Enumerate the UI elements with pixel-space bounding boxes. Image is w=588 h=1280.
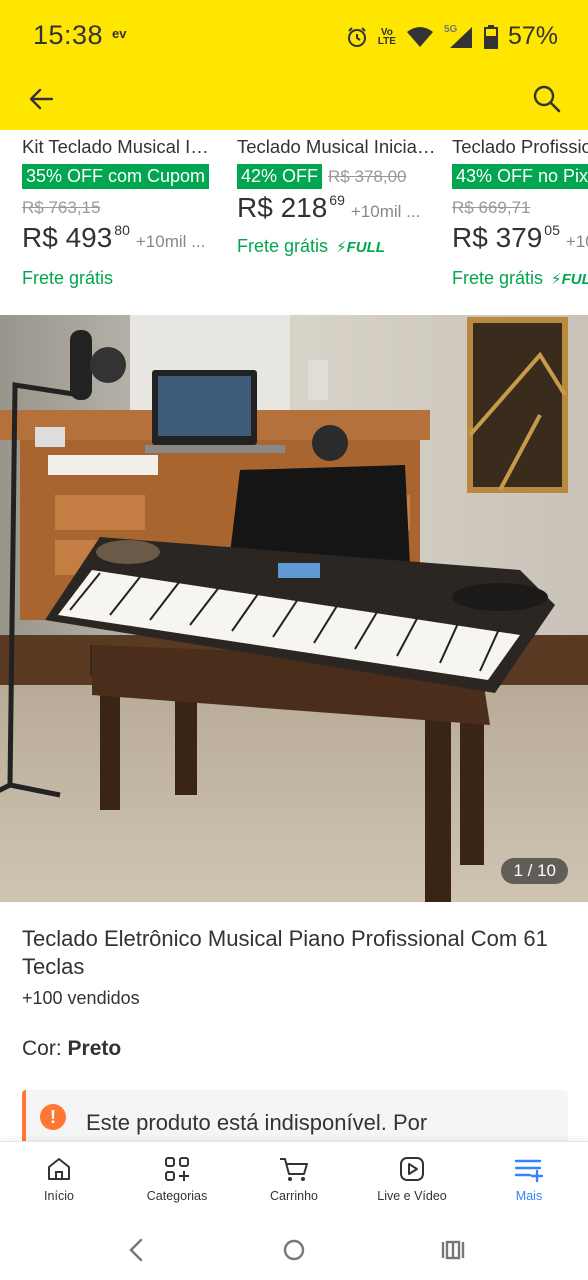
old-price: R$ 378,00 — [328, 166, 407, 186]
discount-badge: 43% OFF no Pix — [452, 164, 588, 189]
nav-label: Início — [44, 1189, 74, 1203]
full-badge: ⚡FULL — [336, 238, 385, 256]
volte-bottom: LTE — [377, 35, 396, 47]
nav-live-video[interactable]: Live e Vídeo — [353, 1142, 471, 1220]
sold-count: +100 vendidos — [22, 988, 140, 1008]
price: R$ 379 05 — [452, 222, 560, 254]
discount-badge: 42% OFF — [237, 164, 323, 189]
related-card[interactable]: Teclado Musical Iniciante 42% OFF R$ 378… — [237, 130, 452, 314]
color-value: Preto — [67, 1037, 122, 1060]
price: R$ 493 80 — [22, 222, 130, 254]
shipping-row: Frete grátis ⚡FULL — [237, 236, 385, 257]
product-image[interactable]: 1 / 10 — [0, 315, 588, 902]
nav-label: Carrinho — [270, 1189, 318, 1203]
volte-icon: Vo LTE — [377, 27, 396, 47]
back-button[interactable] — [26, 84, 58, 114]
status-icons: Vo LTE 5G 57% — [346, 22, 558, 51]
price-integer: R$ 218 — [237, 192, 328, 223]
price-integer: R$ 379 — [452, 222, 543, 253]
system-recents-icon[interactable] — [440, 1237, 466, 1263]
system-home-icon[interactable] — [282, 1237, 306, 1263]
nav-label: Live e Vídeo — [377, 1189, 447, 1203]
bottom-navigation: Início Categorias Carrinho Live e Vídeo … — [0, 1141, 588, 1219]
related-title: Teclado Profissional — [452, 136, 588, 157]
shipping-label: Frete grátis — [452, 268, 544, 288]
signal-icon: 5G — [444, 24, 474, 49]
price-cents: 05 — [544, 222, 560, 238]
carrier-tag: ev — [112, 26, 127, 41]
cart-icon — [280, 1158, 308, 1181]
discount-badge: 35% OFF com Cupom — [22, 164, 210, 189]
related-products-carousel[interactable]: Kit Teclado Musical Infantil 35% OFF com… — [0, 130, 588, 314]
price-cents: 69 — [329, 192, 345, 208]
status-bar: 15:38 ev Vo LTE 5G 57% — [0, 0, 588, 72]
alert-text: Este produto está indisponível. Por — [86, 1110, 428, 1135]
search-button[interactable] — [532, 84, 562, 114]
system-navigation — [0, 1219, 588, 1280]
full-label: FULL — [346, 238, 385, 256]
shipping-row: Frete grátis ⚡FULL — [452, 268, 588, 289]
keyboard-photo — [0, 315, 588, 902]
installments: +10mil ... — [350, 202, 421, 221]
related-card[interactable]: Kit Teclado Musical Infantil 35% OFF com… — [22, 130, 237, 314]
shipping-label: Frete grátis — [237, 236, 329, 256]
battery-icon — [483, 24, 498, 49]
arrow-left-icon — [29, 88, 54, 110]
full-label: FULL — [561, 270, 588, 288]
image-counter: 1 / 10 — [501, 858, 568, 884]
price-row: R$ 37905 +10mil ... — [452, 222, 588, 254]
categories-icon — [165, 1157, 189, 1181]
shipping-label: Frete grátis — [22, 268, 114, 288]
lightning-icon: ⚡ — [551, 270, 562, 288]
installments: +10mil ... — [135, 232, 206, 251]
price-row: R$ 493 80 +10mil ... — [22, 222, 205, 254]
old-price: R$ 669,71 — [452, 198, 531, 217]
nav-label: Categorias — [146, 1189, 208, 1203]
play-icon — [400, 1157, 424, 1181]
old-price: R$ 763,15 — [22, 198, 101, 217]
color-label: Cor: — [22, 1037, 62, 1060]
menu-plus-icon — [514, 1159, 544, 1183]
nav-label: Mais — [515, 1189, 543, 1203]
price-cents: 80 — [114, 222, 130, 238]
related-title: Teclado Musical Iniciante — [237, 136, 437, 157]
nav-categories[interactable]: Categorias — [118, 1142, 236, 1220]
search-icon — [533, 85, 561, 113]
nav-more[interactable]: Mais — [470, 1142, 588, 1220]
full-badge: ⚡FULL — [551, 270, 588, 288]
price-integer: R$ 493 — [22, 222, 113, 253]
nav-home[interactable]: Início — [0, 1142, 118, 1220]
top-bar: 15:38 ev Vo LTE 5G 57% — [0, 0, 588, 130]
alarm-icon — [347, 26, 366, 47]
system-back-icon[interactable] — [124, 1237, 148, 1263]
exclamation-icon: ! — [40, 1104, 66, 1130]
product-title: Teclado Eletrônico Musical Piano Profiss… — [22, 926, 548, 979]
related-card[interactable]: Teclado Profissional 43% OFF no Pix R$ 6… — [452, 130, 588, 314]
status-time: 15:38 — [33, 20, 104, 50]
related-title: Kit Teclado Musical Infantil — [22, 136, 218, 157]
price: R$ 218 69 — [237, 192, 345, 224]
installments: +10mil ... — [565, 232, 588, 251]
wifi-icon — [406, 26, 433, 47]
price-row: R$ 218 69 +10mil ... — [237, 192, 420, 224]
home-icon — [48, 1158, 70, 1180]
battery-percent: 57% — [507, 22, 558, 50]
lightning-icon: ⚡ — [336, 238, 347, 256]
nav-cart[interactable]: Carrinho — [235, 1142, 353, 1220]
discount-row: 42% OFF R$ 378,00 — [237, 164, 406, 189]
color-selector[interactable]: Cor: Preto — [22, 1037, 121, 1061]
